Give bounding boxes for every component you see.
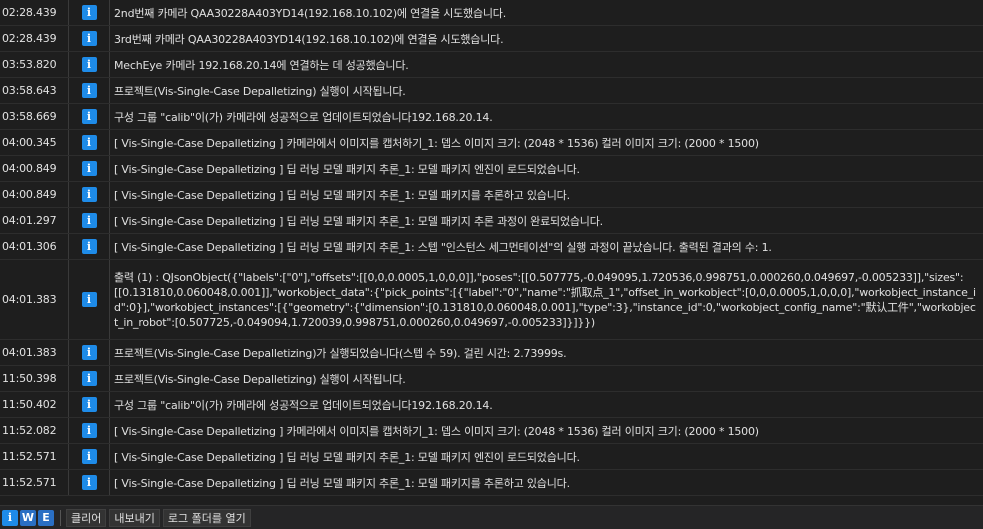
- log-level: i: [69, 156, 109, 181]
- log-row[interactable]: 03:58.669 i 구성 그룹 "calib"이(가) 카메라에 성공적으로 업…: [0, 104, 983, 130]
- log-list[interactable]: 02:28.439 i 2nd번째 카메라 QAA30228A403YD14(192…: [0, 0, 983, 505]
- log-time: 02:28.439: [2, 32, 57, 45]
- log-message: MechEye 카메라 192.168.20.14에 연결하는 데 성공했습니다…: [114, 58, 409, 72]
- log-time: 02:28.439: [2, 6, 57, 19]
- log-message: 구성 그룹 "calib"이(가) 카메라에 성공적으로 업데이트되었습니다19…: [114, 398, 493, 412]
- log-level: i: [69, 340, 109, 365]
- log-time: 04:01.383: [2, 293, 57, 306]
- info-icon: i: [81, 135, 97, 150]
- log-time: 04:00.849: [2, 188, 57, 201]
- log-row[interactable]: 11:50.398 i 프로젝트(Vis-Single-Case Depalleti…: [0, 366, 983, 392]
- log-row[interactable]: 02:28.439 i 2nd번째 카메라 QAA30228A403YD14(192…: [0, 0, 983, 26]
- log-level: i: [69, 52, 109, 77]
- log-time: 11:52.571: [2, 450, 57, 463]
- filter-info-button[interactable]: i: [2, 509, 18, 526]
- log-message: [ Vis-Single-Case Depalletizing ] 카메라에서 …: [114, 136, 759, 150]
- log-row[interactable]: 11:52.082 i [ Vis-Single-Case Depalletizin…: [0, 418, 983, 444]
- info-icon: i: [81, 57, 97, 72]
- log-time: 04:00.345: [2, 136, 57, 149]
- log-message: 프로젝트(Vis-Single-Case Depalletizing)가 실행되…: [114, 346, 567, 360]
- log-message: 구성 그룹 "calib"이(가) 카메라에 성공적으로 업데이트되었습니다19…: [114, 110, 493, 124]
- log-level: i: [69, 418, 109, 443]
- log-message: [ Vis-Single-Case Depalletizing ] 딥 러닝 모…: [114, 214, 603, 228]
- toolbar-divider: [60, 509, 61, 526]
- log-level: i: [69, 444, 109, 469]
- log-time: 03:58.643: [2, 84, 57, 97]
- log-message: [ Vis-Single-Case Depalletizing ] 딥 러닝 모…: [114, 162, 580, 176]
- clear-button[interactable]: 클리어: [66, 508, 107, 527]
- log-level: i: [69, 234, 109, 259]
- log-level: i: [69, 208, 109, 233]
- log-message: 프로젝트(Vis-Single-Case Depalletizing) 실행이 …: [114, 372, 406, 386]
- log-message: 3rd번째 카메라 QAA30228A403YD14(192.168.10.10…: [114, 32, 504, 46]
- info-icon: i: [81, 371, 97, 386]
- log-level: i: [69, 470, 109, 495]
- log-toolbar: i W E 클리어 내보내기 로그 폴더를 열기: [0, 505, 983, 529]
- info-icon: i: [81, 345, 97, 360]
- filter-warning-button[interactable]: W: [20, 509, 36, 526]
- log-row[interactable]: 04:01.383 i 프로젝트(Vis-Single-Case Depalleti…: [0, 340, 983, 366]
- log-time: 11:50.398: [2, 372, 57, 385]
- log-time: 11:50.402: [2, 398, 57, 411]
- log-time: 04:01.383: [2, 346, 57, 359]
- log-row[interactable]: 11:52.571 i [ Vis-Single-Case Depalletizin…: [0, 444, 983, 470]
- log-row[interactable]: 11:52.571 i [ Vis-Single-Case Depalletizin…: [0, 470, 983, 496]
- log-time: 04:01.297: [2, 214, 57, 227]
- log-level: i: [69, 130, 109, 155]
- log-time: 03:53.820: [2, 58, 57, 71]
- log-level: i: [69, 26, 109, 51]
- log-row[interactable]: 04:00.345 i [ Vis-Single-Case Depalletizin…: [0, 130, 983, 156]
- log-time: 04:00.849: [2, 162, 57, 175]
- info-icon: i: [81, 213, 97, 228]
- log-row[interactable]: 11:50.402 i 구성 그룹 "calib"이(가) 카메라에 성공적으로 업…: [0, 392, 983, 418]
- log-message: 출력 (1) : QJsonObject({"labels":["0"],"of…: [114, 270, 976, 329]
- info-icon: i: [81, 31, 97, 46]
- log-row[interactable]: 04:01.306 i [ Vis-Single-Case Depalletizin…: [0, 234, 983, 260]
- log-row[interactable]: 04:01.297 i [ Vis-Single-Case Depalletizin…: [0, 208, 983, 234]
- log-message: [ Vis-Single-Case Depalletizing ] 카메라에서 …: [114, 424, 759, 438]
- log-level: i: [69, 366, 109, 391]
- log-row[interactable]: 04:00.849 i [ Vis-Single-Case Depalletizin…: [0, 156, 983, 182]
- log-level: i: [69, 78, 109, 103]
- log-time: 04:01.306: [2, 240, 57, 253]
- log-time: 11:52.082: [2, 424, 57, 437]
- info-icon: i: [81, 475, 97, 490]
- log-message: 프로젝트(Vis-Single-Case Depalletizing) 실행이 …: [114, 84, 406, 98]
- log-level: i: [69, 104, 109, 129]
- log-message: [ Vis-Single-Case Depalletizing ] 딥 러닝 모…: [114, 450, 580, 464]
- log-message: [ Vis-Single-Case Depalletizing ] 딥 러닝 모…: [114, 240, 772, 254]
- info-icon: i: [81, 83, 97, 98]
- info-icon: i: [81, 397, 97, 412]
- log-message: 2nd번째 카메라 QAA30228A403YD14(192.168.10.10…: [114, 6, 507, 20]
- log-time: 03:58.669: [2, 110, 57, 123]
- open-log-folder-button[interactable]: 로그 폴더를 열기: [162, 508, 251, 527]
- log-row[interactable]: 04:00.849 i [ Vis-Single-Case Depalletizin…: [0, 182, 983, 208]
- export-button[interactable]: 내보내기: [109, 508, 160, 527]
- info-icon: i: [81, 161, 97, 176]
- log-time: 11:52.571: [2, 476, 57, 489]
- log-level: i: [69, 182, 109, 207]
- log-message: [ Vis-Single-Case Depalletizing ] 딥 러닝 모…: [114, 188, 570, 202]
- info-icon: i: [81, 5, 97, 20]
- log-row[interactable]: 03:58.643 i 프로젝트(Vis-Single-Case Depalleti…: [0, 78, 983, 104]
- filter-error-button[interactable]: E: [38, 509, 54, 526]
- log-message: [ Vis-Single-Case Depalletizing ] 딥 러닝 모…: [114, 476, 570, 490]
- log-row[interactable]: 03:53.820 i MechEye 카메라 192.168.20.14에 연결하…: [0, 52, 983, 78]
- log-level: i: [69, 0, 109, 25]
- info-icon: i: [81, 292, 97, 307]
- log-level: i: [69, 392, 109, 417]
- info-icon: i: [81, 239, 97, 254]
- log-row[interactable]: 04:01.383 i 출력 (1) : QJsonObject({"labels"…: [0, 260, 983, 340]
- info-icon: i: [81, 109, 97, 124]
- log-level: i: [69, 260, 109, 339]
- info-icon: i: [81, 423, 97, 438]
- info-icon: i: [81, 187, 97, 202]
- info-icon: i: [81, 449, 97, 464]
- log-row[interactable]: 02:28.439 i 3rd번째 카메라 QAA30228A403YD14(192…: [0, 26, 983, 52]
